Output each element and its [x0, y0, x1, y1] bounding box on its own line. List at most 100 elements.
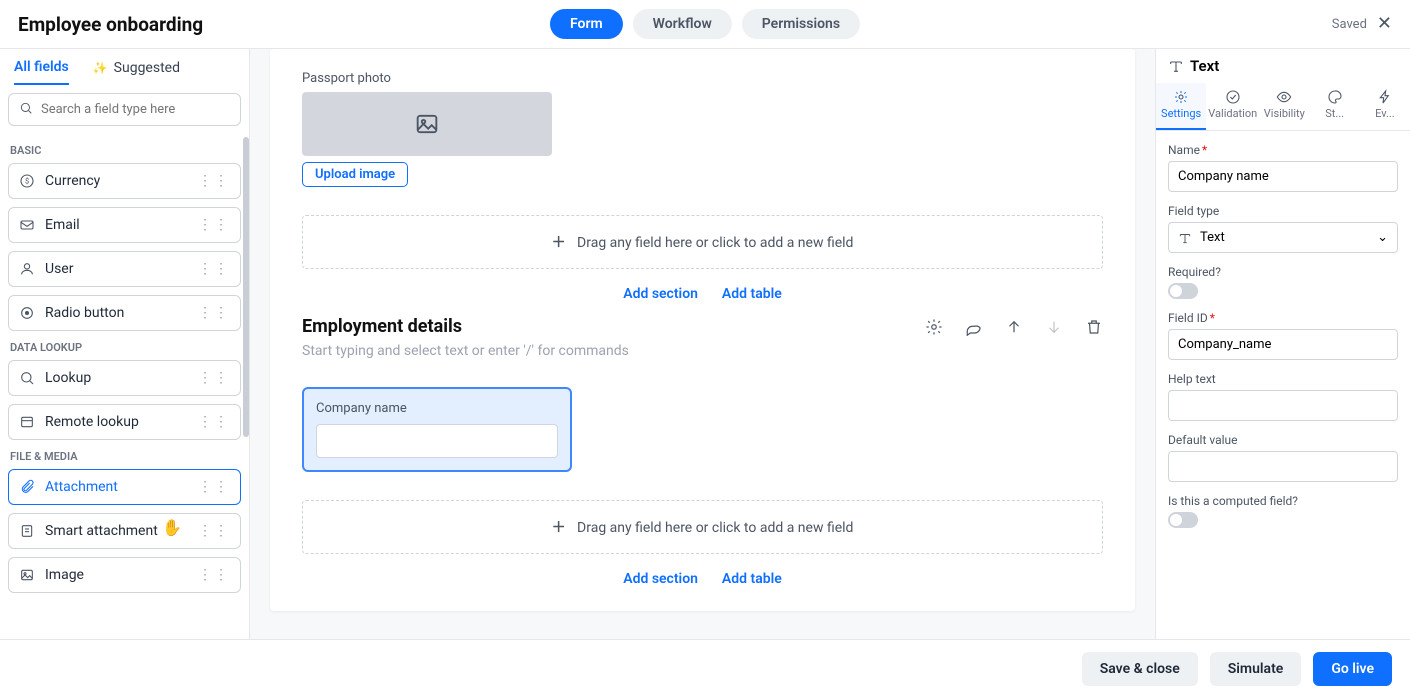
field-email[interactable]: Email ⋮⋮: [8, 207, 241, 243]
panel-title: Text: [1156, 49, 1410, 83]
fieldid-label: Field ID*: [1168, 311, 1398, 325]
simulate-button[interactable]: Simulate: [1210, 652, 1302, 686]
bottom-bar: Save & close Simulate Go live: [0, 639, 1410, 697]
image-placeholder[interactable]: [302, 92, 552, 156]
field-radio[interactable]: Radio button ⋮⋮: [8, 295, 241, 331]
section-description[interactable]: Start typing and select text or enter '/…: [302, 343, 1103, 359]
eye-icon: [1276, 89, 1292, 105]
selected-field-input[interactable]: [316, 424, 558, 458]
group-file-media: FILE & MEDIA: [0, 440, 249, 469]
field-image[interactable]: Image ⋮⋮: [8, 557, 241, 593]
gear-icon[interactable]: [925, 318, 943, 336]
search-field[interactable]: [41, 102, 230, 117]
field-user[interactable]: User ⋮⋮: [8, 251, 241, 287]
view-switcher: Form Workflow Permissions: [550, 9, 860, 39]
remote-lookup-icon: [19, 414, 35, 430]
drag-handle-icon[interactable]: ⋮⋮: [198, 309, 230, 317]
required-toggle[interactable]: [1168, 283, 1198, 299]
field-currency[interactable]: $ Currency ⋮⋮: [8, 163, 241, 199]
group-basic: BASIC: [0, 134, 249, 163]
left-sidebar: All fields ✨ Suggested BASIC $ Currency …: [0, 49, 250, 639]
computed-toggle[interactable]: [1168, 512, 1198, 528]
search-icon: [19, 100, 33, 119]
text-icon: [1178, 231, 1192, 245]
plus-icon: ＋: [552, 235, 566, 251]
tab-suggested[interactable]: ✨ Suggested: [93, 59, 180, 85]
properties-panel: Text Settings Validation Visibility St..…: [1155, 49, 1410, 639]
chevron-down-icon: ⌄: [1377, 230, 1388, 245]
tab-events[interactable]: Ev...: [1360, 83, 1410, 130]
canvas: Passport photo Upload image ＋ Drag any f…: [250, 49, 1155, 639]
saved-status: Saved: [1332, 17, 1367, 32]
add-section-link[interactable]: Add section: [623, 286, 698, 302]
group-data-lookup: DATA LOOKUP: [0, 331, 249, 360]
arrow-up-icon[interactable]: [1005, 318, 1023, 336]
add-section-link[interactable]: Add section: [623, 571, 698, 587]
scrollbar[interactable]: [243, 137, 249, 437]
image-icon: [413, 110, 441, 138]
tab-all-fields[interactable]: All fields: [14, 59, 69, 85]
top-bar: Employee onboarding Form Workflow Permis…: [0, 0, 1410, 49]
field-attachment[interactable]: Attachment ⋮⋮: [8, 469, 241, 505]
upload-button[interactable]: Upload image: [302, 162, 408, 187]
email-icon: [19, 217, 35, 233]
tab-style[interactable]: St...: [1309, 83, 1359, 130]
dropzone[interactable]: ＋ Drag any field here or click to add a …: [302, 500, 1103, 554]
default-input[interactable]: [1168, 451, 1398, 482]
text-icon: [1168, 58, 1184, 74]
arrow-down-icon[interactable]: [1045, 318, 1063, 336]
dropzone[interactable]: ＋ Drag any field here or click to add a …: [302, 215, 1103, 269]
tab-form[interactable]: Form: [550, 9, 623, 39]
fieldid-input[interactable]: [1168, 329, 1398, 360]
user-icon: [19, 261, 35, 277]
trash-icon[interactable]: [1085, 318, 1103, 336]
add-table-link[interactable]: Add table: [722, 571, 782, 587]
add-table-link[interactable]: Add table: [722, 286, 782, 302]
field-lookup[interactable]: Lookup ⋮⋮: [8, 360, 241, 396]
section-title[interactable]: Employment details: [302, 316, 462, 337]
drag-handle-icon[interactable]: ⋮⋮: [198, 483, 230, 491]
selected-field-company-name[interactable]: Company name: [302, 387, 572, 472]
check-icon: [1225, 89, 1241, 105]
lookup-icon: [19, 370, 35, 386]
svg-text:$: $: [25, 177, 29, 186]
save-close-button[interactable]: Save & close: [1082, 652, 1198, 686]
plus-icon: ＋: [552, 520, 566, 536]
tab-validation[interactable]: Validation: [1206, 83, 1259, 130]
selected-field-label: Company name: [316, 401, 558, 416]
sparkle-icon: ✨: [93, 61, 108, 75]
passport-label: Passport photo: [302, 71, 1103, 86]
drag-handle-icon[interactable]: ⋮⋮: [198, 221, 230, 229]
tab-visibility[interactable]: Visibility: [1259, 83, 1309, 130]
page-title: Employee onboarding: [18, 13, 203, 36]
drag-handle-icon[interactable]: ⋮⋮: [198, 418, 230, 426]
drag-handle-icon[interactable]: ⋮⋮: [198, 177, 230, 185]
field-smart-attachment[interactable]: Smart attachment ⋮⋮: [8, 513, 241, 549]
computed-label: Is this a computed field?: [1168, 494, 1398, 508]
name-input[interactable]: [1168, 161, 1398, 192]
search-input[interactable]: [8, 93, 241, 126]
helptext-label: Help text: [1168, 372, 1398, 386]
comment-icon[interactable]: [965, 318, 983, 336]
drag-handle-icon[interactable]: ⋮⋮: [198, 527, 230, 535]
close-icon[interactable]: ✕: [1377, 15, 1392, 33]
field-remote-lookup[interactable]: Remote lookup ⋮⋮: [8, 404, 241, 440]
go-live-button[interactable]: Go live: [1313, 652, 1392, 686]
gear-icon: [1173, 89, 1189, 105]
drag-handle-icon[interactable]: ⋮⋮: [198, 374, 230, 382]
tab-permissions[interactable]: Permissions: [742, 9, 860, 39]
drag-handle-icon[interactable]: ⋮⋮: [198, 571, 230, 579]
palette-icon: [1327, 89, 1343, 105]
tab-workflow[interactable]: Workflow: [633, 9, 732, 39]
tab-settings[interactable]: Settings: [1156, 83, 1206, 130]
default-label: Default value: [1168, 433, 1398, 447]
smart-attachment-icon: [19, 523, 35, 539]
attachment-icon: [19, 479, 35, 495]
currency-icon: $: [19, 173, 35, 189]
image-icon: [19, 567, 35, 583]
fieldtype-label: Field type: [1168, 204, 1398, 218]
drag-handle-icon[interactable]: ⋮⋮: [198, 265, 230, 273]
helptext-input[interactable]: [1168, 390, 1398, 421]
required-label: Required?: [1168, 265, 1398, 279]
fieldtype-select[interactable]: Text ⌄: [1168, 222, 1398, 253]
